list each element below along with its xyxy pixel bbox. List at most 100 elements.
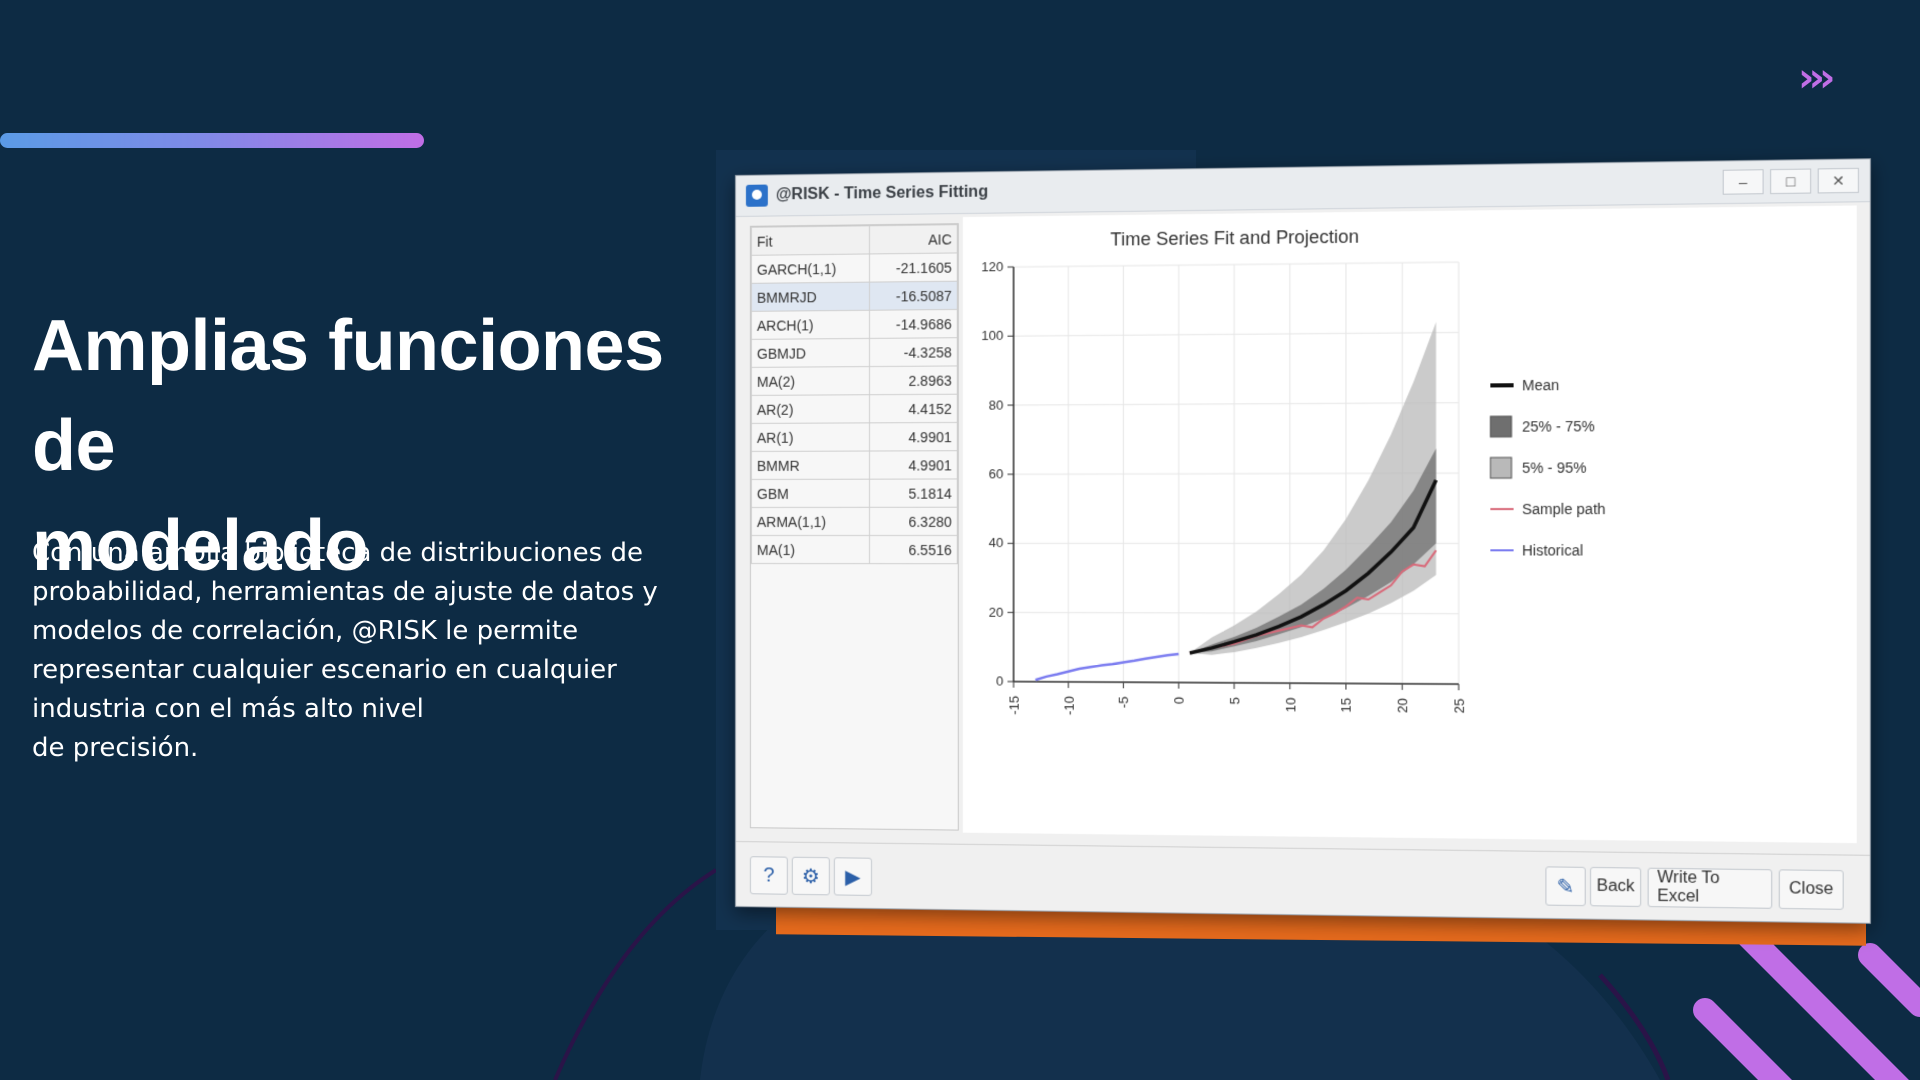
y-tick-label: 120 [981,259,1003,274]
chart-pane: Time Series Fit and Projection -15 -10 -5 0 5… [963,205,1857,843]
fit-aic: -14.9686 [870,309,958,338]
x-tick-label: 20 [1395,698,1411,713]
decorative-stripe-1 [1746,934,1920,1080]
fit-name: BMMR [751,451,869,479]
y-gridline [1014,612,1459,613]
page-title-line-1: Amplias funciones de [32,306,664,486]
x-tick-label: -15 [1006,696,1021,715]
y-gridline [1014,262,1459,267]
table-row[interactable]: ARMA(1,1) 6.3280 [751,507,957,535]
fit-aic: -4.3258 [870,338,958,367]
legend-label: 25% - 75% [1522,418,1595,435]
window-title: @RISK - Time Series Fitting [776,173,1716,204]
edit-button[interactable]: ✎ [1545,866,1585,906]
help-icon: ? [763,864,774,887]
close-button[interactable]: Close [1779,869,1844,910]
description-line: representar cualquier escenario en cualq… [32,651,672,690]
decorative-arc-left [555,870,716,1080]
legend-label: 5% - 95% [1522,459,1586,476]
fit-aic: 5.1814 [870,479,958,507]
column-header-aic[interactable]: AIC [870,225,958,254]
fit-aic: 6.3280 [870,507,958,535]
app-window-screenshot: @RISK - Time Series Fitting – □ ✕ Fit AI… [735,158,1869,921]
back-button[interactable]: Back [1590,867,1641,907]
legend-label: Sample path [1522,501,1605,518]
y-gridline [1014,332,1459,336]
x-tick-label: -10 [1061,696,1076,715]
legend-label: Mean [1522,377,1559,394]
table-row[interactable]: AR(2) 4.4152 [751,394,957,423]
fit-name: AR(2) [751,395,869,424]
table-row[interactable]: GBMJD -4.3258 [751,338,957,368]
fit-aic: 4.9901 [870,451,958,479]
column-header-fit[interactable]: Fit [751,226,869,256]
fit-aic: 4.9901 [870,422,958,451]
table-row[interactable]: MA(1) 6.5516 [751,535,957,563]
fit-name: GBMJD [751,338,869,367]
decorative-stripe-3 [1870,955,1920,1005]
time-series-fitting-window: @RISK - Time Series Fitting – □ ✕ Fit AI… [735,158,1871,924]
fit-aic: 6.5516 [870,535,958,563]
fit-name: MA(1) [751,535,869,563]
risk-app-icon [746,185,768,207]
y-tick-label: 60 [989,466,1004,481]
table-row[interactable]: AR(1) 4.9901 [751,422,957,451]
y-tick-label: 40 [989,535,1004,550]
fit-name: GARCH(1,1) [751,254,869,283]
fit-name: AR(1) [751,423,869,452]
legend-swatch [1490,457,1511,478]
description-line: Con una amplia biblioteca de distribucio… [32,534,672,573]
table-row[interactable]: GBM 5.1814 [751,479,957,508]
fit-aic: -21.1605 [870,253,958,282]
y-tick-label: 80 [989,397,1004,412]
description-paragraph: Con una amplia biblioteca de distribucio… [32,534,672,768]
triple-chevron-right-icon: ››› [1798,56,1868,100]
write-to-excel-button[interactable]: Write To Excel [1648,868,1773,909]
minimize-button[interactable]: – [1723,169,1764,195]
description-line: industria con el más alto nivel [32,690,672,729]
x-tick-label: 10 [1283,697,1299,712]
run-button[interactable]: ▶ [834,857,872,896]
play-icon: ▶ [845,864,860,889]
description-line: modelos de correlación, @RISK le permite [32,612,672,651]
fit-table-body: GARCH(1,1) -21.1605 BMMRJD -16.5087 ARCH(1… [751,253,957,564]
table-row-selected[interactable]: BMMRJD -16.5087 [751,281,957,311]
fit-name: MA(2) [751,367,869,396]
description-line: probabilidad, herramientas de ajuste de … [32,573,672,612]
time-series-chart: Time Series Fit and Projection -15 -10 -5 0 5… [963,205,1857,843]
fit-aic: 2.8963 [870,366,958,395]
x-tick-label: 0 [1171,697,1187,704]
gear-icon: ⚙ [802,863,820,888]
maximize-button[interactable]: □ [1770,169,1811,195]
x-tick-label: 15 [1339,698,1355,713]
x-tick-label: -5 [1116,696,1131,708]
fit-aic: 4.4152 [870,394,958,423]
series-line-historical [1035,653,1178,680]
legend-label: Historical [1522,542,1583,559]
fit-name: ARMA(1,1) [751,507,869,535]
fit-results-table: Fit AIC GARCH(1,1) -21.1605 BMMRJD -16.508… [751,224,958,564]
close-window-button[interactable]: ✕ [1818,168,1859,194]
table-row[interactable]: MA(2) 2.8963 [751,366,957,395]
decorative-stripe-2 [1705,1010,1800,1080]
table-row[interactable]: BMMR 4.9901 [751,451,957,480]
fit-results-table-pane: Fit AIC GARCH(1,1) -21.1605 BMMRJD -16.508… [750,223,959,830]
x-tick-label: 25 [1451,698,1467,713]
x-tick-label: 5 [1227,697,1243,704]
y-tick-label: 20 [989,604,1004,619]
table-row[interactable]: GARCH(1,1) -21.1605 [751,253,957,283]
edit-icon: ✎ [1557,873,1575,899]
x-axis [1014,682,1459,685]
y-tick-label: 0 [996,673,1003,688]
description-line: de precisión. [32,729,672,768]
table-row[interactable]: ARCH(1) -14.9686 [751,309,957,339]
settings-button[interactable]: ⚙ [792,857,830,896]
y-tick-label: 100 [981,328,1003,343]
y-gridline [1014,403,1459,405]
help-button[interactable]: ? [750,856,788,895]
fit-name: ARCH(1) [751,310,869,339]
accent-gradient-line [0,133,424,148]
fit-name: GBM [751,479,869,507]
fit-name: BMMRJD [751,282,869,311]
fit-aic: -16.5087 [870,281,958,310]
